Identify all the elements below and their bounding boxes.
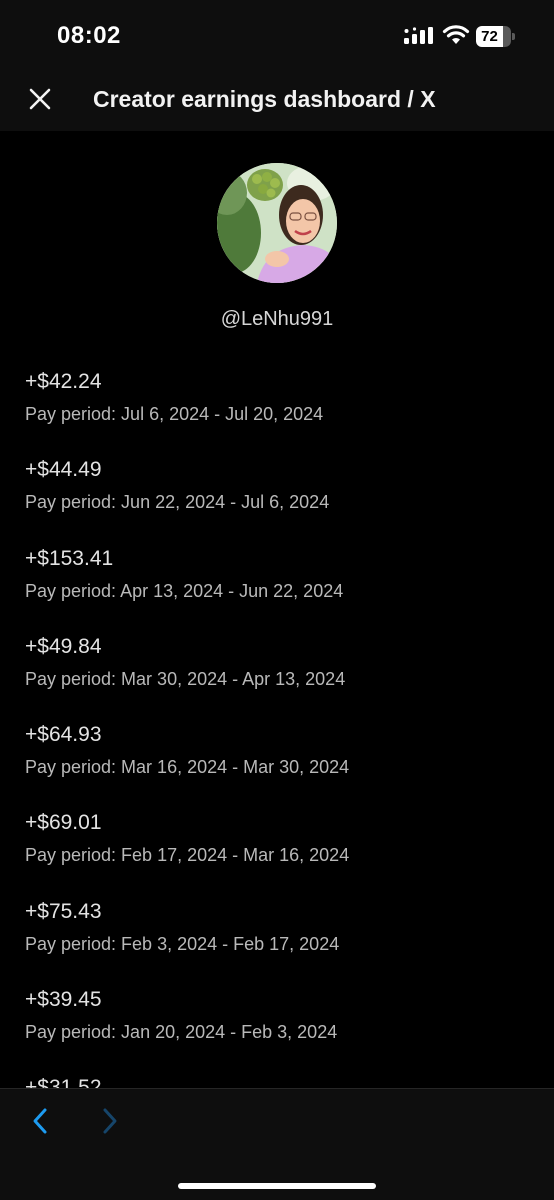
earning-amount: +$49.84: [25, 634, 102, 658]
profile-photo: [217, 163, 337, 283]
bottom-nav-bar: [0, 1088, 554, 1200]
battery-indicator: 72: [476, 26, 516, 47]
earning-amount: +$42.24: [25, 370, 102, 393]
earning-item: +$44.49 Pay period: Jun 22, 2024 - Jul 6…: [25, 456, 535, 544]
earning-item: +$31.52: [25, 1074, 535, 1088]
earning-amount: +$44.49: [25, 458, 102, 482]
header: Creator earnings dashboard / X: [0, 70, 554, 131]
forward-button[interactable]: [96, 1105, 124, 1137]
pay-period: Pay period: Mar 30, 2024 - Apr 13, 2024: [25, 668, 346, 689]
earning-amount: +$153.41: [25, 546, 114, 570]
pay-period: Pay period: Feb 3, 2024 - Feb 17, 2024: [25, 933, 340, 954]
status-time: 08:02: [57, 22, 121, 49]
pay-period: Pay period: Jun 22, 2024 - Jul 6, 2024: [25, 492, 330, 513]
earning-amount: +$64.93: [25, 723, 102, 747]
earning-item: +$49.84 Pay period: Mar 30, 2024 - Apr 1…: [25, 633, 535, 721]
earning-amount: +$31.52: [25, 1076, 102, 1088]
earning-amount: +$75.43: [25, 899, 102, 923]
cellular-signal-icon: [404, 27, 433, 44]
status-bar: 08:02 72: [0, 0, 554, 70]
earning-item: +$69.01 Pay period: Feb 17, 2024 - Mar 1…: [25, 809, 535, 897]
earning-item: +$42.24 Pay period: Jul 6, 2024 - Jul 20…: [25, 368, 535, 456]
close-icon: [29, 88, 51, 110]
chevron-left-icon: [33, 1108, 47, 1134]
battery-level: 72: [476, 26, 503, 47]
page-title: Creator earnings dashboard / X: [93, 86, 436, 112]
earning-amount: +$39.45: [25, 988, 102, 1012]
chevron-right-icon: [103, 1108, 117, 1134]
back-button[interactable]: [26, 1105, 54, 1137]
pay-period: Pay period: Jul 6, 2024 - Jul 20, 2024: [25, 404, 324, 424]
browser-screen: 08:02 72 Creator earnings dashboard / X: [0, 0, 554, 1200]
pay-period: Pay period: Apr 13, 2024 - Jun 22, 2024: [25, 580, 344, 601]
username: @LeNhu991: [220, 308, 334, 330]
earning-item: +$39.45 Pay period: Jan 20, 2024 - Feb 3…: [25, 986, 535, 1074]
earnings-list: +$42.24 Pay period: Jul 6, 2024 - Jul 20…: [25, 368, 535, 1088]
earning-item: +$153.41 Pay period: Apr 13, 2024 - Jun …: [25, 545, 535, 633]
earning-item: +$75.43 Pay period: Feb 3, 2024 - Feb 17…: [25, 898, 535, 986]
close-button[interactable]: [24, 83, 56, 115]
home-indicator[interactable]: [178, 1183, 376, 1189]
pay-period: Pay period: Mar 16, 2024 - Mar 30, 2024: [25, 757, 350, 778]
avatar: [217, 163, 337, 283]
wifi-icon: [442, 25, 470, 44]
earning-amount: +$69.01: [25, 811, 102, 835]
pay-period: Pay period: Jan 20, 2024 - Feb 3, 2024: [25, 1022, 338, 1043]
earning-item: +$64.93 Pay period: Mar 16, 2024 - Mar 3…: [25, 721, 535, 809]
pay-period: Pay period: Feb 17, 2024 - Mar 16, 2024: [25, 845, 350, 866]
